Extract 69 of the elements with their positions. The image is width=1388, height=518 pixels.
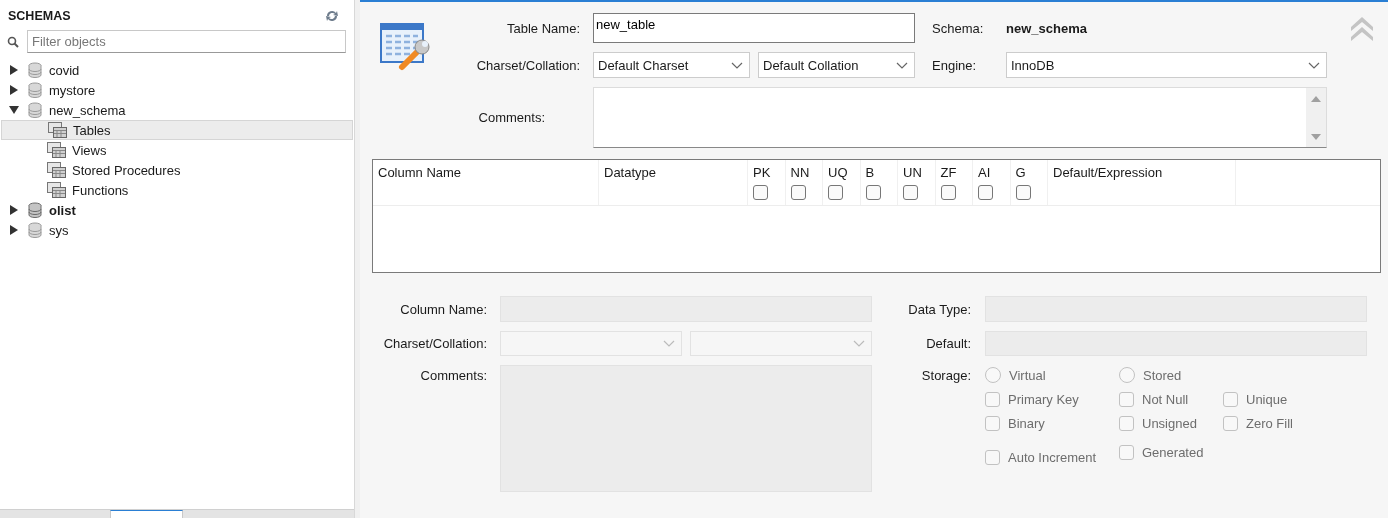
- tree-item[interactable]: Views: [1, 140, 353, 160]
- column-header[interactable]: G: [1015, 165, 1026, 180]
- column-header[interactable]: UN: [903, 165, 922, 180]
- tree-item[interactable]: mystore: [0, 80, 354, 100]
- sidebar-tab[interactable]: [110, 510, 183, 518]
- schema-name: new_schema: [1006, 20, 1088, 36]
- tree-item[interactable]: olist: [0, 200, 354, 220]
- field-label: Charset/Collation:: [475, 57, 580, 73]
- field-label: Table Name:: [506, 20, 580, 36]
- caret-icon: [663, 340, 675, 347]
- field-label: Schema:: [931, 20, 985, 36]
- dropdown[interactable]: Default Collation: [758, 52, 915, 78]
- folder-icon: [47, 162, 66, 178]
- checkbox[interactable]: [903, 185, 918, 200]
- checkbox[interactable]: [865, 185, 881, 200]
- column-header[interactable]: B: [865, 165, 875, 180]
- field-label: Comments:: [477, 110, 546, 125]
- column-header[interactable]: Datatype: [604, 165, 747, 180]
- tree-item[interactable]: new_schema: [0, 100, 354, 120]
- caret-icon: [731, 61, 743, 69]
- field-label: Engine:: [931, 57, 978, 73]
- database-icon: [27, 62, 43, 78]
- field-label: Comments:: [419, 367, 487, 383]
- refresh-icon: [325, 9, 339, 22]
- tree-item[interactable]: covid: [0, 60, 354, 80]
- checkbox[interactable]: [753, 185, 768, 200]
- scrollbar[interactable]: [1306, 88, 1326, 147]
- folder-icon: [47, 142, 66, 158]
- checkbox[interactable]: [828, 185, 843, 200]
- scroll-up-icon: [1311, 95, 1321, 102]
- table-wrench-icon: [380, 21, 432, 73]
- search-icon: [7, 35, 19, 48]
- tree-item[interactable]: Tables: [1, 120, 353, 140]
- caret-icon: [853, 340, 865, 347]
- column-header[interactable]: UQ: [828, 165, 848, 180]
- tree-item[interactable]: sys: [0, 220, 354, 240]
- tree-item[interactable]: Stored Procedures: [1, 160, 353, 180]
- folder-icon: [47, 182, 66, 198]
- database-icon: [27, 222, 43, 238]
- database-icon: [27, 82, 43, 98]
- column-header[interactable]: AI: [978, 165, 991, 180]
- database-icon: [27, 102, 43, 118]
- collapse-chevron-icon: [1349, 15, 1375, 41]
- filter-field[interactable]: Filter objects: [27, 30, 346, 53]
- folder-icon: [48, 122, 67, 138]
- table-name-field[interactable]: new_table: [593, 13, 915, 43]
- dropdown[interactable]: Default Charset: [593, 52, 750, 78]
- checkbox[interactable]: [1015, 185, 1031, 200]
- tree-item[interactable]: Functions: [1, 180, 353, 200]
- scroll-down-icon: [1311, 134, 1321, 141]
- field-label: Charset/Collation:: [382, 336, 487, 351]
- checkbox[interactable]: [978, 185, 993, 200]
- dropdown[interactable]: InnoDB: [1006, 52, 1327, 78]
- comments-field[interactable]: [593, 87, 1327, 148]
- column-header[interactable]: ZF: [940, 165, 957, 180]
- column-header[interactable]: PK: [753, 165, 771, 180]
- database-icon: [27, 202, 43, 218]
- field-label: Storage:: [920, 367, 971, 383]
- caret-icon: [896, 61, 908, 69]
- column-header[interactable]: NN: [790, 165, 810, 180]
- panel-title: SCHEMAS: [8, 8, 71, 23]
- field-label: Column Name:: [399, 301, 487, 317]
- checkbox[interactable]: [940, 185, 956, 200]
- field-label: Default:: [925, 336, 971, 351]
- checkbox[interactable]: [790, 185, 806, 200]
- field-label: Data Type:: [907, 301, 971, 317]
- caret-icon: [1308, 61, 1320, 69]
- column-header[interactable]: Default/Expression: [1053, 165, 1235, 180]
- column-header[interactable]: Column Name: [378, 165, 598, 180]
